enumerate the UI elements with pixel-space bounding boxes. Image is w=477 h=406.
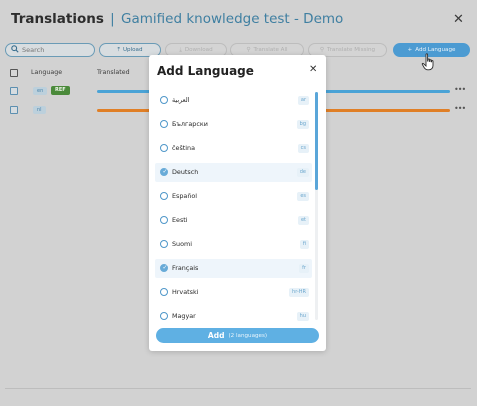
reference-badge: REF bbox=[51, 86, 70, 95]
radio-button[interactable] bbox=[160, 240, 168, 248]
language-option-es[interactable]: Español es bbox=[155, 187, 312, 206]
radio-button[interactable] bbox=[160, 120, 168, 128]
language-option-fi[interactable]: Suomi fi bbox=[155, 235, 312, 254]
language-option-ar[interactable]: العربية ar bbox=[155, 91, 312, 110]
row-checkbox[interactable] bbox=[10, 87, 18, 95]
check-icon: ✓ bbox=[162, 264, 168, 271]
upload-icon: ⤒ bbox=[117, 46, 120, 53]
add-language-dialog: Add Language ✕ العربية ar Български bg č… bbox=[149, 55, 326, 351]
language-code: bg bbox=[296, 120, 309, 129]
language-code: de bbox=[296, 168, 309, 177]
more-options-icon[interactable]: ••• bbox=[454, 85, 466, 94]
language-code: hr-HR bbox=[289, 288, 309, 297]
radio-button[interactable] bbox=[160, 312, 168, 320]
dialog-close-icon[interactable]: ✕ bbox=[309, 65, 317, 75]
check-icon: ✓ bbox=[162, 168, 168, 175]
language-code-badge: en bbox=[33, 87, 48, 95]
page-subtitle: Gamified knowledge test - Demo bbox=[121, 11, 344, 27]
language-option-hu[interactable]: Magyar hu bbox=[155, 307, 312, 321]
language-name: Eesti bbox=[172, 216, 188, 224]
add-button-count: (2 languages) bbox=[228, 332, 268, 339]
divider bbox=[5, 388, 471, 389]
dialog-title: Add Language bbox=[157, 64, 254, 78]
radio-button-checked[interactable]: ✓ bbox=[160, 264, 168, 272]
translate-icon: ⚲ bbox=[246, 47, 251, 53]
select-all-checkbox[interactable] bbox=[10, 69, 18, 77]
language-code: fi bbox=[299, 240, 309, 249]
language-code: ar bbox=[297, 96, 309, 105]
download-icon: ⤓ bbox=[179, 46, 182, 53]
language-option-cs[interactable]: čeština cs bbox=[155, 139, 312, 158]
language-name: Suomi bbox=[172, 240, 193, 248]
language-code: hu bbox=[296, 312, 309, 321]
language-code: cs bbox=[297, 144, 309, 153]
language-code: es bbox=[297, 192, 309, 201]
column-language: Language bbox=[31, 69, 63, 76]
language-name: Hrvatski bbox=[172, 288, 199, 296]
language-name: العربية bbox=[172, 96, 190, 104]
radio-button-checked[interactable]: ✓ bbox=[160, 168, 168, 176]
page-title-main: Translations bbox=[11, 11, 104, 27]
language-option-de[interactable]: ✓ Deutsch de bbox=[155, 163, 312, 182]
plus-icon: + bbox=[407, 47, 413, 53]
translate-missing-icon: ⚲ bbox=[319, 47, 325, 53]
add-button-label: Add bbox=[207, 331, 225, 340]
language-option-et[interactable]: Eesti et bbox=[155, 211, 312, 230]
translate-all-label: Translate All bbox=[253, 47, 288, 53]
close-icon[interactable]: ✕ bbox=[453, 13, 464, 27]
radio-button[interactable] bbox=[160, 192, 168, 200]
column-translated: Translated bbox=[97, 69, 130, 76]
language-name: Български bbox=[172, 120, 208, 128]
language-code: fr bbox=[299, 264, 309, 273]
add-languages-button[interactable]: Add (2 languages) bbox=[156, 328, 319, 343]
language-list[interactable]: العربية ar Български bg čeština cs ✓ Deu… bbox=[155, 91, 317, 321]
radio-button[interactable] bbox=[160, 216, 168, 224]
language-name: Magyar bbox=[172, 312, 196, 320]
language-name: Français bbox=[172, 264, 199, 272]
search-icon bbox=[11, 45, 19, 55]
radio-button[interactable] bbox=[160, 288, 168, 296]
language-option-bg[interactable]: Български bg bbox=[155, 115, 312, 134]
more-options-icon[interactable]: ••• bbox=[454, 104, 466, 113]
language-option-hr[interactable]: Hrvatski hr-HR bbox=[155, 283, 312, 302]
radio-button[interactable] bbox=[160, 96, 168, 104]
scrollbar-thumb[interactable] bbox=[315, 92, 318, 190]
search-input[interactable] bbox=[22, 45, 92, 55]
translate-missing-label: Translate Missing bbox=[327, 47, 376, 53]
language-code-badge: nl bbox=[33, 106, 46, 114]
upload-label: Upload bbox=[122, 47, 143, 53]
radio-button[interactable] bbox=[160, 144, 168, 152]
language-code: et bbox=[297, 216, 309, 225]
language-name: čeština bbox=[172, 144, 196, 152]
language-name: Español bbox=[172, 192, 198, 200]
search-box[interactable] bbox=[5, 43, 95, 57]
page-title: Translations | Gamified knowledge test -… bbox=[11, 11, 344, 27]
language-option-fr[interactable]: ✓ Français fr bbox=[155, 259, 312, 278]
download-label: Download bbox=[184, 47, 213, 53]
row-checkbox[interactable] bbox=[10, 106, 18, 114]
language-name: Deutsch bbox=[172, 168, 199, 176]
